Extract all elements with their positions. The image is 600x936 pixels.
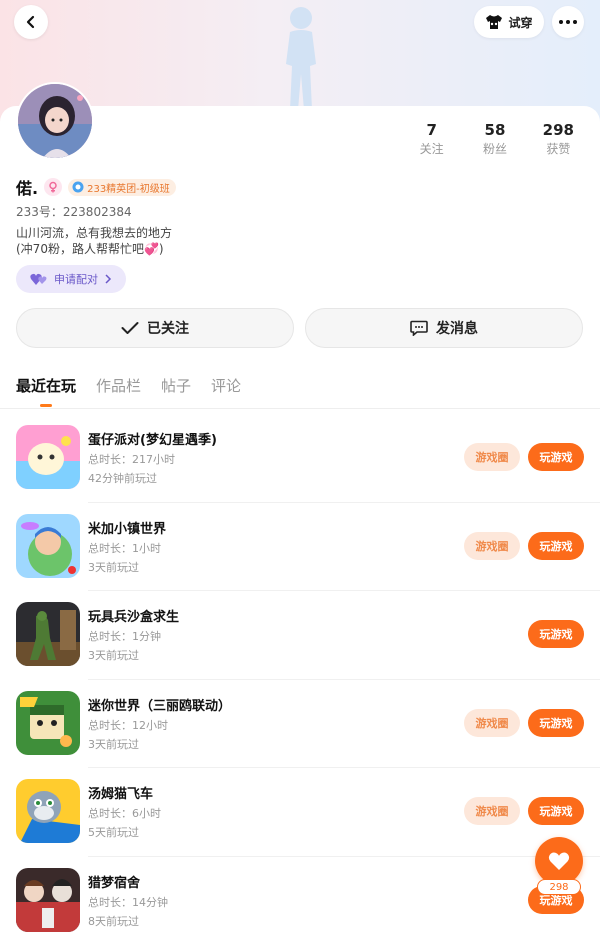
game-row[interactable]: 玩具兵沙盒求生 总时长：1分钟 3天前玩过 玩游戏 [0,591,600,680]
bio-line-1: 山川河流，总有我想去的地方 [16,226,173,240]
tab-recently-played[interactable]: 最近在玩 [16,376,76,396]
stat-likes-label: 获赞 [546,142,571,156]
game-last-played: 8天前玩过 [88,914,139,928]
tab-posts[interactable]: 帖子 [161,376,191,396]
user-id: 233号：223802384 [16,205,132,219]
game-row[interactable]: 猎梦宿舍 总时长：14分钟 8天前玩过 玩游戏 [0,857,600,936]
more-dots-icon [559,20,577,24]
stat-likes[interactable]: 298 获赞 [527,120,590,158]
stat-likes-value: 298 [542,121,574,139]
game-last-played: 5天前玩过 [88,826,139,839]
tshirt-icon [486,15,503,29]
send-message-button[interactable]: 发消息 [305,308,583,348]
game-icon-tom-cat-racer[interactable] [16,779,80,843]
username: 偌. [16,179,39,198]
stat-followers[interactable]: 58 粉丝 [463,120,526,158]
stat-following-value: 7 [426,121,437,139]
back-button[interactable] [14,5,48,39]
play-game-button[interactable]: 玩游戏 [528,620,584,648]
try-on-button[interactable]: 试穿 [474,6,544,38]
game-icon-toy-soldier[interactable] [16,602,80,666]
checkmark-icon [121,322,139,334]
female-icon [44,178,63,196]
profile-tabs: 最近在玩 作品栏 帖子 评论 [16,376,241,396]
try-on-label: 试穿 [508,15,533,30]
game-circle-button[interactable]: 游戏圈 [464,531,520,560]
play-game-button[interactable]: 玩游戏 [528,531,584,560]
game-title: 猎梦宿舍 [88,875,141,891]
followed-label: 已关注 [147,321,189,337]
bio-line-2: (冲70粉，路人帮帮忙吧💞) [16,242,164,256]
game-last-played: 3天前玩过 [88,649,139,662]
tab-comments[interactable]: 评论 [211,376,241,396]
profile-stats: 7 关注 58 粉丝 298 获赞 [400,120,590,158]
active-tab-indicator [40,404,52,407]
game-row[interactable]: 蛋仔派对(梦幻星遇季) 总时长：217小时 42分钟前玩过 游戏圈 玩游戏 [0,414,600,503]
game-last-played: 42分钟前玩过 [88,472,157,485]
heart-icon [548,852,570,870]
play-game-button[interactable]: 玩游戏 [528,797,584,825]
game-duration: 总时长：6小时 [88,807,161,820]
stat-following-label: 关注 [419,142,444,156]
tabs-divider [0,408,600,409]
more-button[interactable] [552,6,584,38]
stat-following[interactable]: 7 关注 [400,120,463,158]
game-title: 蛋仔派对(梦幻星遇季) [88,433,217,448]
recent-games-list: 蛋仔派对(梦幻星遇季) 总时长：217小时 42分钟前玩过 游戏圈 玩游戏 米加… [0,414,600,936]
hearts-icon [30,273,47,285]
game-icon-miga-town[interactable] [16,513,80,578]
game-title: 汤姆猫飞车 [88,787,154,802]
game-row[interactable]: 汤姆猫飞车 总时长：6小时 5天前玩过 游戏圈 玩游戏 [0,768,600,857]
game-icon-dream-dorm[interactable] [16,867,80,932]
game-circle-button[interactable]: 游戏圈 [464,797,520,825]
like-count-badge: 298 [537,879,581,895]
game-title: 玩具兵沙盒求生 [88,610,180,625]
like-button[interactable] [535,837,583,885]
stat-followers-label: 粉丝 [482,142,507,156]
apply-pair-label: 申请配对 [54,273,98,286]
chevron-left-icon [26,15,35,29]
avatar[interactable] [16,82,94,160]
game-last-played: 3天前玩过 [88,737,139,751]
game-title: 迷你世界（三丽鸥联动） [88,698,232,714]
play-game-button[interactable]: 玩游戏 [528,443,584,471]
stat-followers-value: 58 [484,121,506,139]
chevron-right-icon [105,274,112,284]
apply-pair-button[interactable]: 申请配对 [16,265,126,293]
name-row: 偌. 233精英团-初级班 [16,175,176,199]
game-duration: 总时长：12小时 [88,718,168,732]
avatar-3d-figure [286,7,316,110]
guild-emblem-icon [72,181,84,193]
game-row[interactable]: 迷你世界（三丽鸥联动） 总时长：12小时 3天前玩过 游戏圈 玩游戏 [0,680,600,769]
tab-works[interactable]: 作品栏 [96,376,141,396]
guild-badge[interactable]: 233精英团-初级班 [68,178,176,196]
game-circle-button[interactable]: 游戏圈 [464,443,520,471]
game-circle-button[interactable]: 游戏圈 [464,708,520,737]
followed-button[interactable]: 已关注 [16,308,294,348]
game-duration: 总时长：1小时 [88,541,161,555]
game-icon-mini-world[interactable] [16,690,80,755]
send-message-label: 发消息 [436,321,478,337]
game-row[interactable]: 米加小镇世界 总时长：1小时 3天前玩过 游戏圈 玩游戏 [0,503,600,592]
game-duration: 总时长：1分钟 [88,630,161,643]
game-last-played: 3天前玩过 [88,560,139,574]
guild-badge-label: 233精英团-初级班 [87,183,170,195]
game-title: 米加小镇世界 [88,521,167,537]
game-duration: 总时长：217小时 [88,453,175,466]
game-duration: 总时长：14分钟 [88,895,168,909]
chat-bubble-icon [410,320,428,336]
bio: 山川河流，总有我想去的地方 (冲70粉，路人帮帮忙吧💞) [16,225,172,257]
game-icon-egg-party[interactable] [16,425,80,489]
play-game-button[interactable]: 玩游戏 [528,708,584,737]
